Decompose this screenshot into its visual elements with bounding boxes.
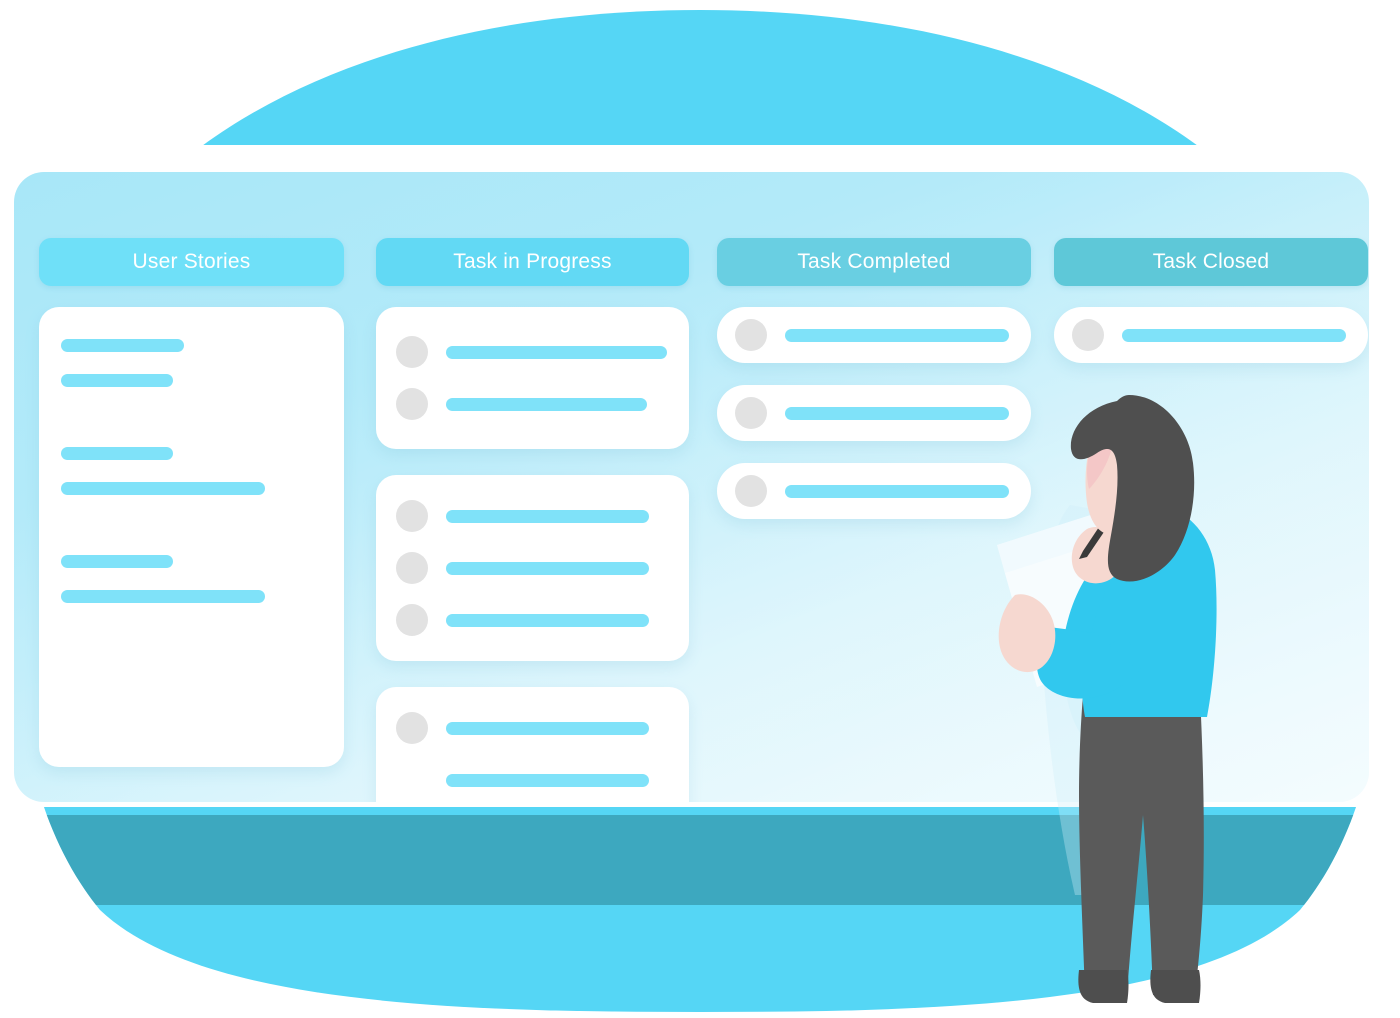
placeholder-bar: [446, 397, 647, 411]
person-shoe-left: [1078, 970, 1129, 1003]
placeholder-bar: [446, 561, 650, 575]
column-header-task-completed[interactable]: Task Completed: [717, 238, 1031, 286]
avatar: [1072, 319, 1104, 351]
task-row[interactable]: [396, 709, 667, 747]
avatar: [396, 500, 428, 532]
column-header-user-stories[interactable]: User Stories: [39, 238, 344, 286]
column-task-closed[interactable]: Task Closed: [1054, 238, 1368, 363]
placeholder-bar: [61, 590, 265, 603]
person-pants: [1079, 695, 1204, 995]
avatar: [396, 552, 428, 584]
placeholder-bar: [61, 555, 174, 568]
avatar: [735, 319, 767, 351]
column-header-task-closed[interactable]: Task Closed: [1054, 238, 1368, 286]
avatar-placeholder: [396, 764, 428, 796]
task-row[interactable]: [396, 497, 667, 535]
task-card[interactable]: [376, 687, 689, 802]
placeholder-bar: [61, 374, 174, 387]
person-illustration: [997, 395, 1217, 1003]
story-group: [61, 339, 322, 387]
task-card[interactable]: [376, 475, 689, 661]
closed-pill-card[interactable]: [1054, 307, 1368, 363]
story-group: [61, 555, 322, 603]
task-row[interactable]: [396, 549, 667, 587]
placeholder-bar: [446, 509, 650, 523]
column-task-in-progress[interactable]: Task in Progress: [376, 238, 689, 802]
placeholder-bar: [446, 613, 650, 627]
placeholder-bar: [446, 773, 650, 787]
story-group: [61, 447, 322, 495]
story-card[interactable]: [39, 307, 344, 767]
avatar: [396, 336, 428, 368]
placeholder-bar: [785, 328, 1009, 342]
avatar: [396, 388, 428, 420]
column-user-stories[interactable]: User Stories: [39, 238, 344, 793]
illustration-scene: User Stories Task in Progress Task Compl…: [0, 0, 1400, 1018]
placeholder-bar: [446, 721, 650, 735]
placeholder-bar: [1122, 328, 1346, 342]
person-shoe-right: [1150, 970, 1201, 1003]
task-card[interactable]: [376, 307, 689, 449]
column-header-task-in-progress[interactable]: Task in Progress: [376, 238, 689, 286]
task-row[interactable]: [396, 333, 667, 371]
completed-pill-card[interactable]: [717, 307, 1031, 363]
placeholder-bar: [61, 482, 265, 495]
avatar: [396, 604, 428, 636]
placeholder-bar: [61, 339, 184, 352]
task-row[interactable]: [396, 601, 667, 639]
task-row[interactable]: [396, 761, 667, 799]
avatar: [396, 712, 428, 744]
avatar: [735, 475, 767, 507]
placeholder-bar: [446, 345, 667, 359]
task-row[interactable]: [396, 385, 667, 423]
placeholder-bar: [61, 447, 174, 460]
avatar: [735, 397, 767, 429]
